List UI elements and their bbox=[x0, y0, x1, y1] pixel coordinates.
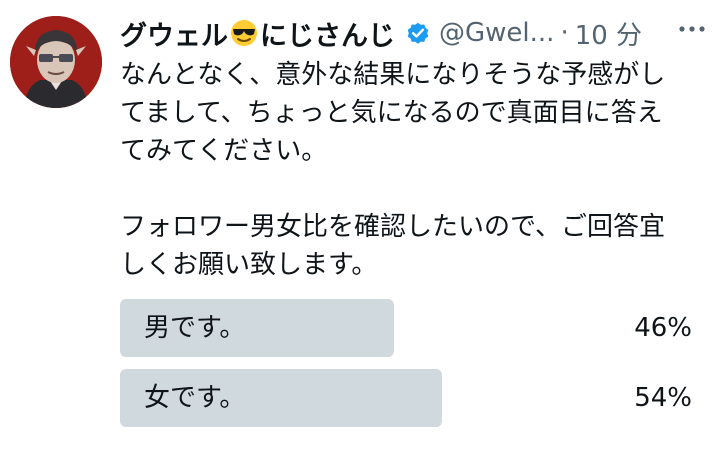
tweet-text-line: なんとなく、意外な結果になりそうな予感がし bbox=[120, 60, 666, 90]
poll-option-label: 男です。 bbox=[144, 313, 246, 343]
author-name[interactable]: グウェル bbox=[120, 14, 228, 53]
tweet-header: グウェル にじさんじ @Gwel... · 10 分 bbox=[120, 12, 710, 54]
poll-option-percent: 46% bbox=[634, 313, 692, 343]
poll-option: 男です。 46% bbox=[120, 299, 700, 357]
author-handle[interactable]: @Gwel... bbox=[439, 18, 554, 48]
poll-option-percent: 54% bbox=[634, 383, 692, 413]
tweet-text-line: てまして、ちょっと気になるので真面目に答え bbox=[120, 98, 663, 128]
tweet-text-line: てみてください。 bbox=[120, 136, 328, 166]
more-options-icon[interactable] bbox=[672, 14, 712, 44]
avatar[interactable] bbox=[10, 16, 102, 108]
separator-dot: · bbox=[560, 18, 569, 48]
tweet-timestamp[interactable]: 10 分 bbox=[575, 15, 642, 52]
avatar-image bbox=[10, 16, 102, 108]
smiling-face-with-sunglasses-icon bbox=[229, 18, 259, 48]
author-name-suffix[interactable]: にじさんじ bbox=[260, 14, 395, 53]
poll-option: 女です。 54% bbox=[120, 369, 700, 427]
tweet-text-line: しくお願い致します。 bbox=[120, 250, 378, 280]
tweet-text-line: フォロワー男女比を確認したいので、ご回答宜 bbox=[120, 212, 665, 242]
verified-badge-icon bbox=[405, 20, 431, 46]
tweet-text: なんとなく、意外な結果になりそうな予感がし てまして、ちょっと気になるので真面目… bbox=[120, 56, 700, 284]
poll-option-label: 女です。 bbox=[144, 383, 246, 413]
